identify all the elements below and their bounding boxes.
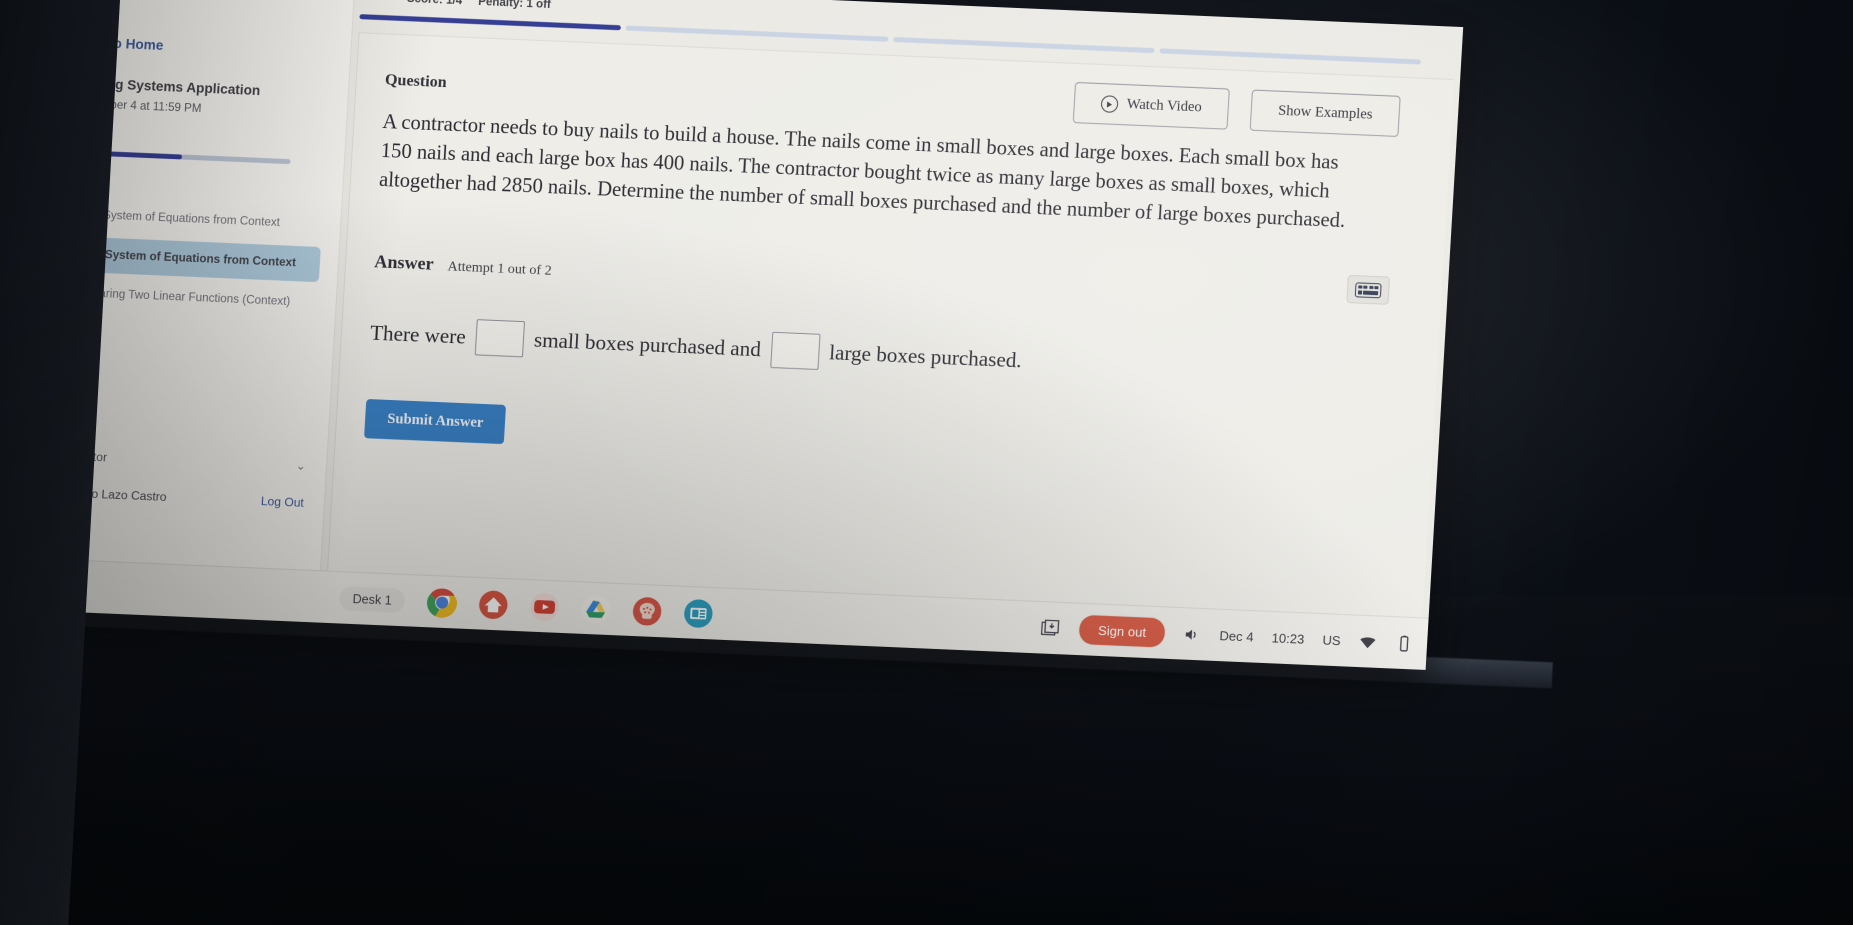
shelf-date: Dec 4	[1219, 627, 1255, 645]
play-circle-icon	[1100, 95, 1119, 113]
watch-video-button[interactable]: Watch Video	[1072, 81, 1231, 130]
attempt-counter: Attempt 1 out of 2	[447, 259, 552, 280]
screen-capture-icon[interactable]	[1040, 619, 1061, 638]
wifi-icon[interactable]	[1358, 632, 1377, 651]
small-boxes-input[interactable]	[474, 319, 526, 358]
answer-sentence: There were small boxes purchased and lar…	[369, 315, 1395, 395]
log-out-link[interactable]: Log Out	[261, 494, 305, 510]
penalty-text: Penalty: 1 off	[477, 0, 552, 12]
submit-answer-button[interactable]: Submit Answer	[364, 399, 507, 445]
slides-blue-icon[interactable]	[682, 597, 714, 628]
shelf-app-icons	[426, 586, 714, 628]
shelf-status-tray: Sign out Dec 4 10:23 US	[1040, 613, 1414, 658]
answer-heading-row: Answer Attempt 1 out of 2	[374, 252, 1399, 317]
photographed-chromebook-screen: DeltaMath ← Back to Home M1: Solving Sys…	[0, 0, 1853, 925]
answer-text-before: There were	[369, 320, 467, 349]
chrome-icon[interactable]	[426, 586, 458, 618]
question-card: Watch Video Show Examples Question A con…	[327, 32, 1455, 618]
desk-switcher[interactable]: Desk 1	[338, 585, 406, 613]
main-panel: Score: 1/4 Penalty: 1 off Watch Video Sh…	[321, 0, 1464, 618]
google-drive-icon[interactable]	[580, 593, 612, 624]
battery-icon[interactable]	[1394, 634, 1413, 653]
deltamath-app: DeltaMath ← Back to Home M1: Solving Sys…	[1, 0, 1464, 618]
speaker-icon[interactable]	[1183, 625, 1202, 644]
youtube-icon[interactable]	[529, 591, 561, 622]
shelf-locale[interactable]: US	[1322, 632, 1341, 648]
answer-text-middle: small boxes purchased and	[533, 327, 762, 362]
large-boxes-input[interactable]	[769, 332, 821, 371]
chevron-down-icon: ⌄	[295, 457, 307, 473]
chromebook-screen: DeltaMath ← Back to Home M1: Solving Sys…	[0, 0, 1464, 670]
answer-text-after: large boxes purchased.	[828, 340, 1023, 373]
watch-video-label: Watch Video	[1126, 96, 1203, 116]
answer-heading: Answer	[373, 251, 435, 275]
show-examples-button[interactable]: Show Examples	[1249, 89, 1401, 138]
shelf-time[interactable]: 10:23	[1271, 630, 1305, 646]
keyboard-icon	[1354, 281, 1382, 298]
sign-out-button[interactable]: Sign out	[1078, 614, 1167, 648]
brain-icon[interactable]	[631, 595, 663, 626]
keyboard-toggle-button[interactable]	[1346, 274, 1391, 305]
score-text: Score: 1/4	[406, 0, 463, 8]
home-red-icon[interactable]	[477, 589, 509, 620]
show-examples-label: Show Examples	[1277, 102, 1373, 123]
